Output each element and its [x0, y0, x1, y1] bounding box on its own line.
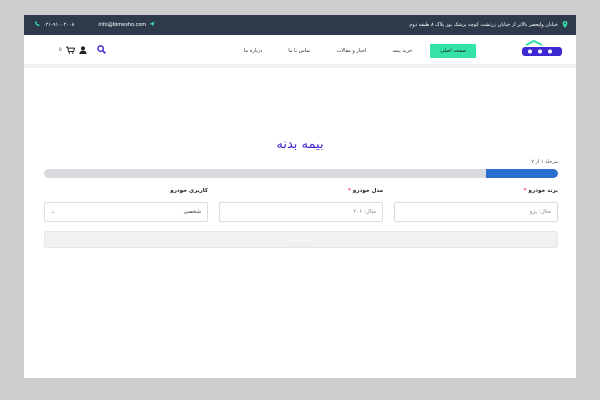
step-indicator: مرحله ۱ از ۷: [531, 159, 558, 165]
site-logo[interactable]: [520, 39, 564, 59]
email-text: info@bimesho.com: [98, 22, 147, 28]
model-input[interactable]: مثال: ۲۰۶: [219, 202, 383, 222]
nav-home[interactable]: صفحه اصلی: [430, 44, 476, 58]
top-info-bar: ۰۲۱-۹۱۰۰۲۰۰۸ info@bimesho.com خیابان ولی…: [24, 15, 576, 35]
nav-buy-insurance[interactable]: خرید بیمه: [384, 45, 420, 57]
main-nav: صفحه اصلی خرید بیمه اخبار و مقالات تماس …: [226, 44, 476, 58]
header-shadow: [24, 65, 576, 68]
site-header: صفحه اصلی خرید بیمه اخبار و مقالات تماس …: [24, 35, 576, 65]
usage-field: کاربری خودرو شخصی ⌄: [44, 188, 208, 222]
brand-label-text: برند خودرو: [528, 188, 558, 194]
chevron-down-icon: ⌄: [51, 209, 56, 215]
cart-icon[interactable]: [65, 46, 75, 54]
model-label: مدل خودرو*: [219, 188, 383, 198]
user-icon[interactable]: [78, 45, 87, 54]
usage-select[interactable]: شخصی ⌄: [44, 202, 208, 222]
phone-item[interactable]: ۰۲۱-۹۱۰۰۲۰۰۸: [34, 21, 74, 29]
logo-icon: [522, 39, 562, 56]
address-group: خیابان ولیعصر بالاتر از خیابان زرتشت کوچ…: [409, 20, 568, 30]
nav-news[interactable]: اخبار و مقالات: [329, 45, 375, 57]
cart-count: 0: [59, 47, 62, 52]
model-field: مدل خودرو* مثال: ۲۰۶: [219, 188, 383, 222]
contact-group: ۰۲۱-۹۱۰۰۲۰۰۸ info@bimesho.com: [34, 21, 155, 29]
location-pin-icon: [562, 20, 568, 30]
phone-icon: [34, 21, 40, 29]
required-mark: *: [348, 188, 351, 194]
nav-about[interactable]: درباره ما: [236, 45, 270, 57]
usage-value: شخصی: [183, 209, 201, 215]
progress-fill: [486, 169, 558, 178]
required-mark: *: [523, 188, 527, 194]
address-text: خیابان ولیعصر بالاتر از خیابان زرتشت کوچ…: [409, 22, 558, 28]
phone-text: ۰۲۱-۹۱۰۰۲۰۰۸: [43, 22, 75, 28]
search-icon[interactable]: [96, 45, 106, 54]
brand-label: برند خودرو*: [394, 188, 558, 198]
brand-input[interactable]: مثال: پژو: [394, 202, 558, 222]
browser-viewport: ۰۲۱-۹۱۰۰۲۰۰۸ info@bimesho.com خیابان ولی…: [24, 15, 576, 378]
progress-bar: [44, 169, 558, 178]
page-title: بیمه بدنه: [276, 137, 324, 152]
brand-field: برند خودرو* مثال: پژو: [394, 188, 558, 222]
nav-contact[interactable]: تماس با ما: [280, 45, 318, 57]
next-step-button[interactable]: مرحله بعد: [44, 231, 558, 248]
send-icon: [149, 21, 155, 29]
header-tools: 0: [59, 45, 106, 54]
email-item[interactable]: info@bimesho.com: [98, 21, 155, 29]
model-label-text: مدل خودرو: [352, 188, 383, 194]
usage-label: کاربری خودرو: [170, 188, 208, 194]
